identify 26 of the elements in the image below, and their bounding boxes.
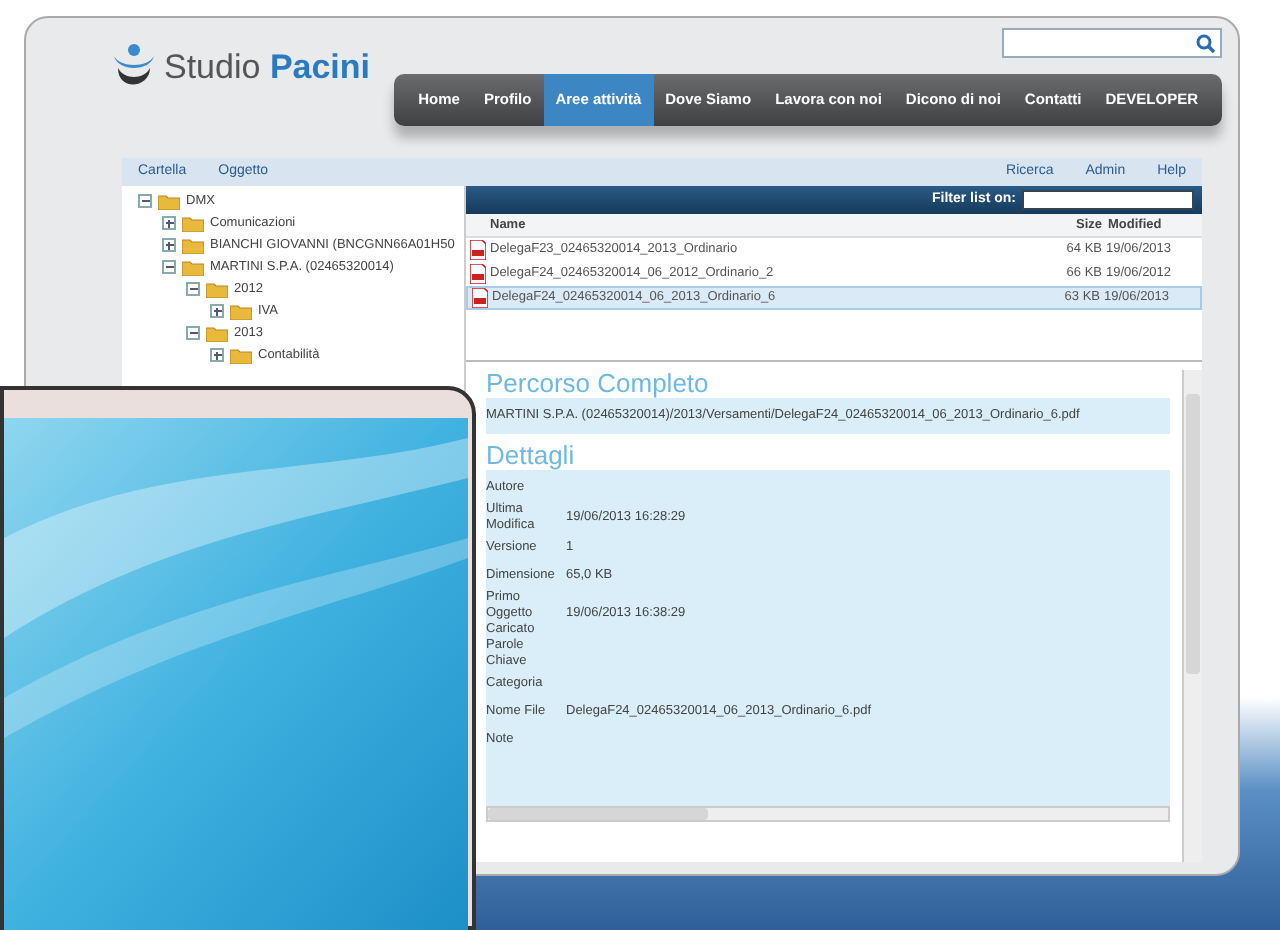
search-icon[interactable] — [1196, 33, 1216, 53]
folder-icon — [206, 325, 228, 341]
vertical-scrollbar[interactable] — [1182, 370, 1202, 862]
expand-icon[interactable] — [210, 348, 224, 362]
logo-text: Studio Pacini — [164, 46, 371, 91]
folder-icon — [182, 215, 204, 231]
collapse-icon[interactable] — [138, 194, 152, 208]
section-title: Dettagli — [486, 441, 577, 470]
folder-icon — [158, 193, 180, 209]
folder-icon — [230, 347, 252, 363]
pdf-file-icon — [470, 240, 486, 260]
collapse-icon[interactable] — [186, 282, 200, 296]
filter-field[interactable] — [1022, 190, 1194, 210]
folder-icon — [182, 237, 204, 253]
search-field[interactable] — [1002, 28, 1222, 58]
pdf-file-icon — [472, 288, 488, 308]
expand-icon[interactable] — [210, 304, 224, 318]
pdf-file-icon — [470, 264, 486, 284]
expand-icon[interactable] — [162, 216, 176, 230]
folder-icon — [206, 281, 228, 297]
collapse-icon[interactable] — [186, 326, 200, 340]
folder-icon — [230, 303, 252, 319]
collapse-icon[interactable] — [162, 260, 176, 274]
section-title: Percorso Completo — [486, 370, 711, 398]
folder-icon — [182, 259, 204, 275]
expand-icon[interactable] — [162, 238, 176, 252]
